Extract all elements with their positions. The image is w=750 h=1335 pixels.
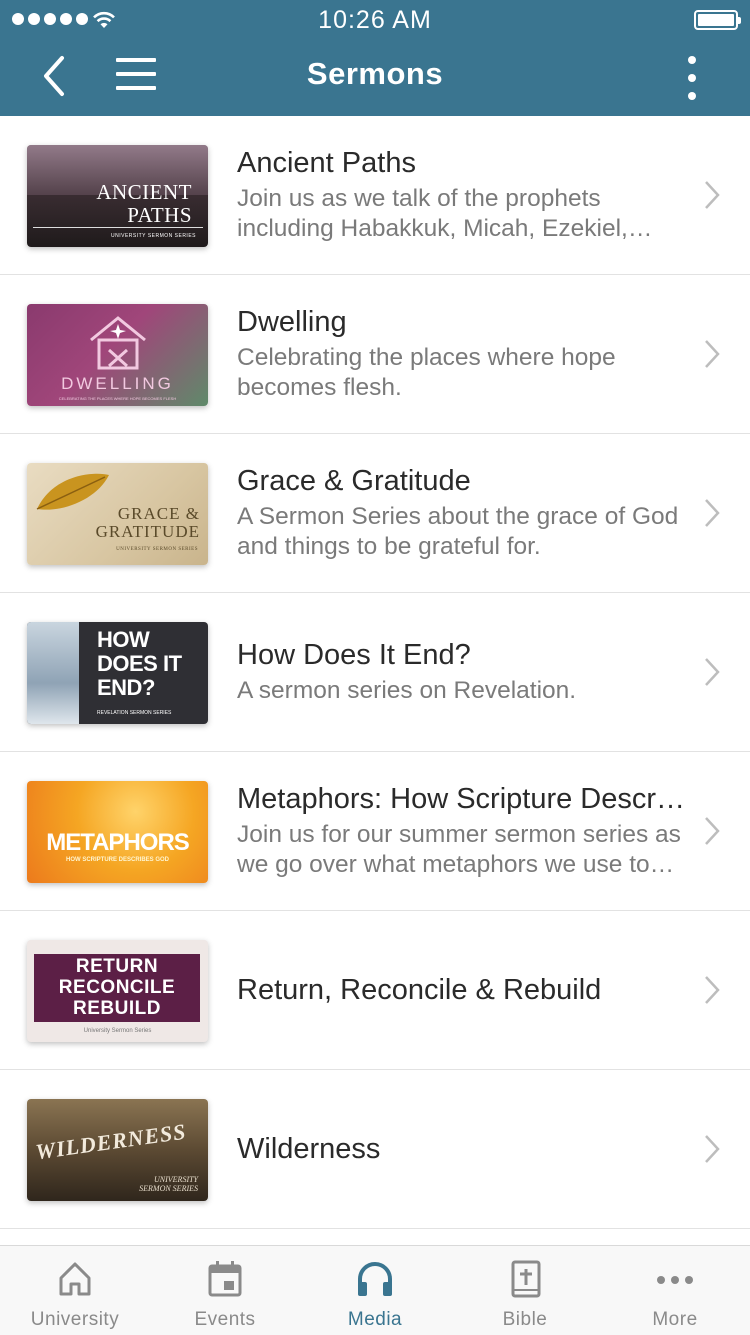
sermon-description: Join us as we talk of the prophets inclu… (237, 185, 628, 242)
home-icon (59, 1262, 91, 1296)
sermon-row-grace-gratitude[interactable]: GRACE & GRATITUDE UNIVERSITY SERMON SERI… (0, 434, 750, 593)
sermon-row-return-reconcile-rebuild[interactable]: RETURN RECONCILE REBUILD University Serm… (0, 911, 750, 1070)
sermon-row-metaphors[interactable]: METAPHORS HOW SCRIPTURE DESCRIBES GOD Me… (0, 752, 750, 911)
more-icon (657, 1276, 693, 1284)
chevron-right-icon (705, 817, 720, 845)
sermon-title: Wilderness (237, 1133, 381, 1165)
bible-icon (511, 1260, 541, 1298)
kebab-dot (688, 56, 696, 64)
calendar-icon (208, 1261, 242, 1297)
chevron-left-icon (44, 56, 64, 96)
sermon-thumbnail-metaphors: METAPHORS HOW SCRIPTURE DESCRIBES GOD (27, 781, 208, 883)
sermon-title: Grace & Gratitude (237, 465, 471, 497)
sermon-title: Metaphors: How Scripture Describes God (237, 783, 687, 815)
sermon-row-ancient-paths[interactable]: ANCIENT PATHS UNIVERSITY SERMON SERIES A… (0, 116, 750, 275)
navigation-bar: Sermons (0, 40, 750, 116)
sermon-row-dwelling[interactable]: DWELLING CELEBRATING THE PLACES WHERE HO… (0, 275, 750, 434)
app-header: 10:26 AM Sermons (0, 0, 750, 116)
tab-bar: University Events Media Bible More (0, 1245, 750, 1335)
sermon-title: Ancient Paths (237, 147, 416, 179)
more-options-button[interactable] (674, 56, 710, 100)
sermon-thumbnail-dwelling: DWELLING CELEBRATING THE PLACES WHERE HO… (27, 304, 208, 406)
chevron-right-icon (705, 181, 720, 209)
sermon-row-wilderness[interactable]: WILDERNESS UNIVERSITY SERMON SERIES Wild… (0, 1070, 750, 1229)
tab-university[interactable]: University (0, 1246, 150, 1335)
chevron-right-icon (705, 658, 720, 686)
house-icon (90, 316, 146, 370)
chevron-right-icon (705, 976, 720, 1004)
sermon-thumbnail-wilderness: WILDERNESS UNIVERSITY SERMON SERIES (27, 1099, 208, 1201)
sermon-row-how-does-it-end[interactable]: HOW DOES IT END? REVELATION SERMON SERIE… (0, 593, 750, 752)
sermon-list: ANCIENT PATHS UNIVERSITY SERMON SERIES A… (0, 116, 750, 1229)
sermon-description: Celebrating the places where hope become… (237, 344, 616, 401)
tab-more[interactable]: More (600, 1246, 750, 1335)
chevron-right-icon (705, 340, 720, 368)
status-bar: 10:26 AM (0, 0, 750, 40)
tab-bible[interactable]: Bible (450, 1246, 600, 1335)
chevron-right-icon (705, 499, 720, 527)
back-button[interactable] (36, 54, 76, 98)
menu-button[interactable] (112, 58, 160, 98)
sermon-thumbnail-return-reconcile-rebuild: RETURN RECONCILE REBUILD University Serm… (27, 940, 208, 1042)
sermon-description: A Sermon Series about the grace of God a… (237, 503, 679, 560)
sermon-thumbnail-grace-gratitude: GRACE & GRATITUDE UNIVERSITY SERMON SERI… (27, 463, 208, 565)
sermon-thumbnail-how-does-it-end: HOW DOES IT END? REVELATION SERMON SERIE… (27, 622, 208, 724)
headphones-icon (358, 1262, 392, 1296)
sermon-title: Return, Reconcile & Rebuild (237, 974, 602, 1006)
kebab-dot (688, 74, 696, 82)
sermon-thumbnail-ancient-paths: ANCIENT PATHS UNIVERSITY SERMON SERIES (27, 145, 208, 247)
sermon-description: Join us for our summer sermon series as … (237, 821, 681, 878)
hamburger-icon (112, 58, 160, 90)
sermon-title: How Does It End? (237, 639, 471, 671)
kebab-dot (688, 92, 696, 100)
sermon-description: A sermon series on Revelation. (237, 677, 577, 704)
sermon-title: Dwelling (237, 306, 347, 338)
chevron-right-icon (705, 1135, 720, 1163)
tab-events[interactable]: Events (150, 1246, 300, 1335)
tab-media[interactable]: Media (300, 1246, 450, 1335)
status-time: 10:26 AM (318, 6, 432, 34)
battery-icon (694, 10, 741, 30)
